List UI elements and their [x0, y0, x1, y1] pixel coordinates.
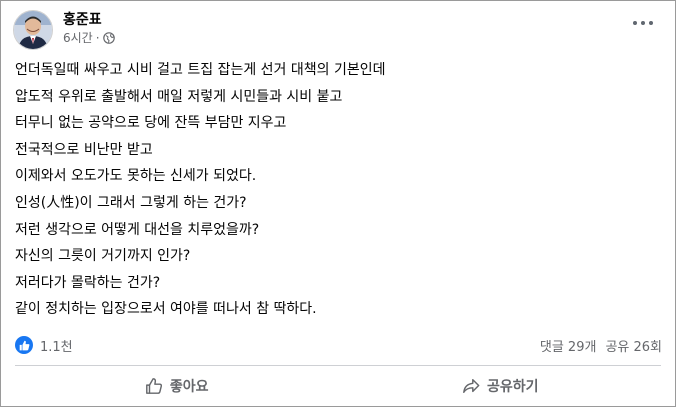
reaction-summary[interactable]: 1.1천	[15, 336, 73, 355]
more-dot	[649, 21, 653, 25]
reaction-count: 1.1천	[40, 339, 73, 355]
share-button-label: 공유하기	[486, 379, 539, 395]
more-options-icon[interactable]	[633, 19, 653, 27]
post-line: 전국적으로 비난만 받고	[15, 141, 153, 158]
post-stats: 1.1천 댓글 29개 공유 26회	[15, 334, 662, 356]
globe-icon[interactable]	[102, 32, 115, 44]
shares-count[interactable]: 공유 26회	[605, 336, 662, 355]
post-line: 저런 생각으로 어떻게 대선을 치루었을까?	[15, 221, 260, 238]
post-line: 저러다가 몰락하는 건가?	[15, 274, 161, 291]
post-actions: 좋아요 공유하기	[15, 368, 662, 404]
post-line: 인성(人性)이 그래서 그렇게 하는 건가?	[15, 194, 247, 211]
more-dot	[633, 21, 637, 25]
post-timestamp[interactable]: 6시간	[63, 30, 93, 46]
post-card: 홍준표 6시간 · 언더독일때 싸우고 시비 걸고 트집 잡는게 선거 대책의 …	[0, 0, 676, 407]
like-button-label: 좋아요	[169, 379, 209, 395]
thumbs-up-icon	[146, 378, 162, 394]
avatar-image	[14, 11, 52, 49]
post-line: 터무니 없는 공약으로 당에 잔뜩 부담만 지우고	[15, 115, 287, 132]
engagement-counts: 댓글 29개 공유 26회	[531, 336, 662, 355]
share-arrow-icon	[463, 378, 480, 394]
separator-dot: ·	[95, 31, 100, 45]
author-avatar[interactable]	[13, 10, 53, 50]
post-line: 자신의 그릇이 거기까지 인가?	[15, 248, 191, 265]
like-button[interactable]: 좋아요	[15, 368, 339, 404]
action-divider	[15, 365, 661, 366]
post-subline: 6시간 ·	[63, 30, 115, 46]
post-line: 이제와서 오도가도 못하는 신세가 되었다.	[15, 168, 257, 185]
comments-count[interactable]: 댓글 29개	[540, 336, 597, 355]
post-line: 같이 정치하는 입장으로서 여야를 떠나서 참 딱하다.	[15, 301, 317, 318]
like-reaction-icon	[15, 336, 33, 354]
post-meta: 홍준표 6시간 ·	[63, 10, 115, 46]
post-line: 압도적 우위로 출발해서 매일 저렇게 시민들과 시비 붙고	[15, 88, 343, 105]
post-header: 홍준표 6시간 ·	[13, 10, 115, 52]
author-name[interactable]: 홍준표	[63, 11, 115, 29]
more-dot	[641, 21, 645, 25]
post-line: 언더독일때 싸우고 시비 걸고 트집 잡는게 선거 대책의 기본인데	[15, 62, 386, 78]
post-body: 언더독일때 싸우고 시비 걸고 트집 잡는게 선거 대책의 기본인데 압도적 우…	[15, 57, 655, 323]
share-button[interactable]: 공유하기	[339, 368, 663, 404]
